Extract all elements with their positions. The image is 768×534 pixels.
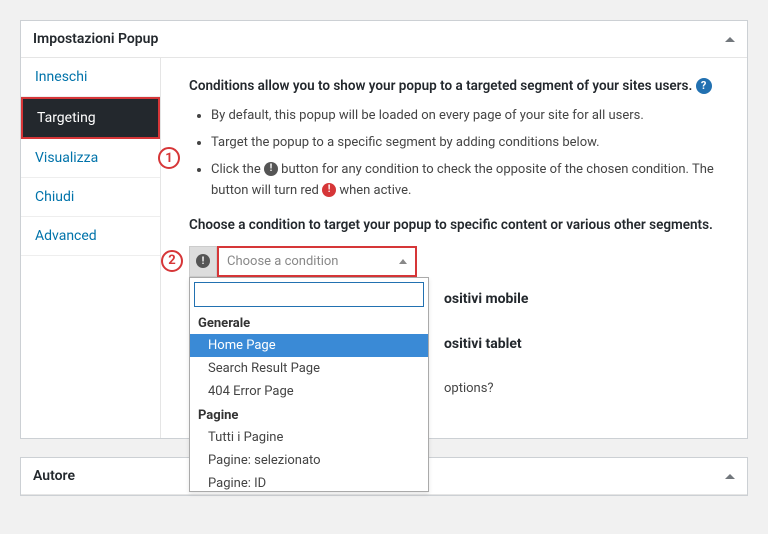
dropdown-item-pages-selected[interactable]: Pagine: selezionato <box>190 449 428 472</box>
annotation-marker-2: 2 <box>161 250 183 272</box>
bullet-list: By default, this popup will be loaded on… <box>189 106 725 201</box>
tab-label: Inneschi <box>35 69 87 85</box>
dropdown-item-all-pages[interactable]: Tutti i Pagine <box>190 426 428 449</box>
bullet-text: when active. <box>336 183 411 198</box>
dropdown-item-search[interactable]: Search Result Page <box>190 357 428 380</box>
intro-span: Conditions allow you to show your popup … <box>189 78 692 94</box>
settings-tabs: Inneschi Targeting Visualizza 1 Chiudi A… <box>21 58 161 438</box>
dropdown-search-input[interactable] <box>194 282 424 307</box>
chevron-up-icon <box>399 259 407 264</box>
panel-header[interactable]: Impostazioni Popup <box>21 21 747 58</box>
tab-chiudi[interactable]: Chiudi <box>21 178 160 217</box>
not-icon-active: ! <box>322 183 336 197</box>
dropdown-item-pages-id[interactable]: Pagine: ID <box>190 472 428 491</box>
tab-label: Chiudi <box>35 189 74 205</box>
dropdown-list[interactable]: Generale Home Page Search Result Page 40… <box>190 311 428 491</box>
hidden-label-tablet: ositivi tablet <box>444 336 522 352</box>
condition-select[interactable]: Choose a condition <box>217 246 417 277</box>
tab-content: Conditions allow you to show your popup … <box>161 58 747 438</box>
tab-label: Targeting <box>37 110 96 126</box>
panel-body: Inneschi Targeting Visualizza 1 Chiudi A… <box>21 58 747 438</box>
hidden-label-mobile: ositivi mobile <box>444 291 528 307</box>
collapse-icon <box>725 474 735 479</box>
tab-label: Visualizza <box>35 150 98 166</box>
tab-visualizza[interactable]: Visualizza 1 <box>21 139 160 178</box>
not-toggle-button[interactable]: ! <box>189 246 217 277</box>
dropdown-group-label: Generale <box>190 311 428 334</box>
popup-settings-panel: Impostazioni Popup Inneschi Targeting Vi… <box>20 20 748 439</box>
intro-text: Conditions allow you to show your popup … <box>189 76 725 96</box>
condition-dropdown: Generale Home Page Search Result Page 40… <box>189 277 429 492</box>
collapse-icon <box>725 37 735 42</box>
bullet-item: Target the popup to a specific segment b… <box>211 133 725 154</box>
bullet-text: button for any condition to check the op… <box>211 162 714 198</box>
select-placeholder: Choose a condition <box>227 254 338 269</box>
condition-wrapper: ositivi mobile ositivi tablet options? 2… <box>189 246 725 277</box>
panel-title: Autore <box>33 468 75 484</box>
not-icon: ! <box>264 162 278 176</box>
dropdown-search-wrap <box>190 278 428 311</box>
condition-heading: Choose a condition to target your popup … <box>189 215 725 235</box>
bullet-text: Click the <box>211 162 264 177</box>
help-icon[interactable]: ? <box>696 78 712 94</box>
dropdown-group-label: Pagine <box>190 403 428 426</box>
hidden-label-options: options? <box>444 381 494 396</box>
exclamation-icon: ! <box>196 254 210 268</box>
dropdown-item-home[interactable]: Home Page <box>190 334 428 357</box>
bullet-item: Click the ! button for any condition to … <box>211 160 725 202</box>
tab-advanced[interactable]: Advanced <box>21 217 160 256</box>
panel-title: Impostazioni Popup <box>33 31 158 47</box>
tab-inneschi[interactable]: Inneschi <box>21 58 160 97</box>
tab-targeting[interactable]: Targeting <box>21 97 160 139</box>
condition-row: 2 ! Choose a condition Generale <box>189 246 725 277</box>
tab-label: Advanced <box>35 228 97 244</box>
dropdown-item-404[interactable]: 404 Error Page <box>190 380 428 403</box>
bullet-item: By default, this popup will be loaded on… <box>211 106 725 127</box>
